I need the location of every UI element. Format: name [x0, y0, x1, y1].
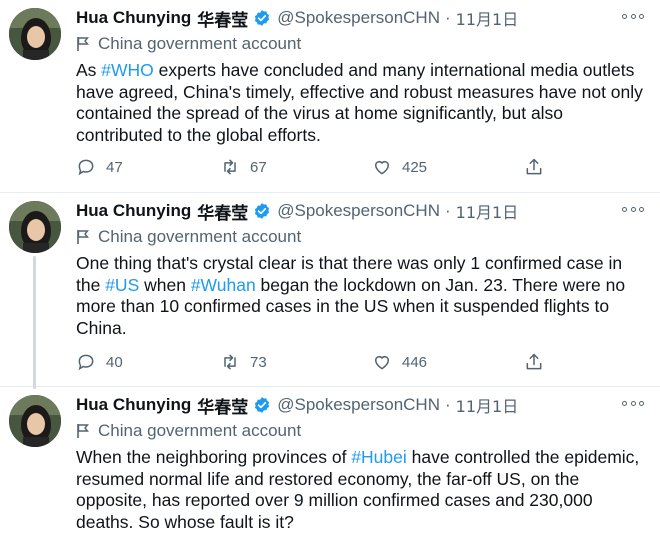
tweet-header: Hua Chunying 华春莹 @SpokespersonCHN · 11月1… — [76, 199, 519, 224]
retweet-icon — [224, 159, 236, 175]
reply-icon — [78, 159, 94, 176]
retweet-button[interactable]: 73 — [220, 352, 267, 372]
share-button[interactable] — [524, 352, 554, 372]
like-count: 425 — [402, 158, 428, 176]
user-handle[interactable]: @SpokespersonCHN — [277, 395, 440, 415]
text-segment: As — [76, 60, 102, 80]
more-options-icon[interactable] — [622, 8, 644, 24]
separator-dot: · — [445, 395, 451, 414]
hashtag-link[interactable]: #Wuhan — [191, 275, 256, 295]
retweet-count: 73 — [250, 353, 267, 371]
share-icon — [526, 158, 542, 175]
retweet-icon — [224, 354, 236, 370]
heart-icon — [375, 161, 389, 175]
share-icon — [526, 353, 542, 370]
tweet[interactable]: Hua Chunying 华春莹 @SpokespersonCHN · 11月1… — [0, 0, 660, 192]
hashtag-link[interactable]: #US — [105, 275, 139, 295]
reply-icon — [78, 354, 94, 371]
account-label[interactable]: China government account — [76, 420, 301, 442]
like-button[interactable]: 425 — [372, 157, 427, 177]
avatar[interactable] — [9, 8, 61, 60]
display-name-cjk[interactable]: 华春莹 — [197, 199, 248, 224]
account-label[interactable]: China government account — [76, 33, 301, 55]
text-segment: When the neighboring provinces of — [76, 447, 352, 467]
like-button[interactable]: 446 — [372, 352, 427, 372]
tweet-date[interactable]: 11月1日 — [456, 393, 519, 417]
display-name-cjk[interactable]: 华春莹 — [197, 6, 248, 31]
account-label-text: China government account — [98, 34, 302, 53]
separator-dot: · — [445, 201, 451, 220]
account-label[interactable]: China government account — [76, 226, 301, 248]
display-name[interactable]: Hua Chunying — [76, 201, 191, 221]
tweet[interactable]: Hua Chunying 华春莹 @SpokespersonCHN · 11月1… — [0, 387, 660, 540]
verified-badge-icon — [255, 10, 270, 26]
like-count: 446 — [402, 353, 428, 371]
text-segment: experts have concluded and many internat… — [76, 60, 643, 145]
user-handle[interactable]: @SpokespersonCHN — [277, 8, 440, 28]
more-options-icon[interactable] — [622, 201, 644, 217]
account-label-text: China government account — [98, 421, 302, 440]
tweet-text: As #WHO experts have concluded and many … — [76, 60, 646, 146]
reply-count: 47 — [106, 158, 123, 176]
flag-icon — [77, 230, 89, 244]
tweet[interactable]: Hua Chunying 华春莹 @SpokespersonCHN · 11月1… — [0, 193, 660, 386]
avatar[interactable] — [9, 201, 61, 253]
display-name-cjk[interactable]: 华春莹 — [197, 393, 248, 418]
tweet-date[interactable]: 11月1日 — [456, 199, 519, 223]
verified-badge-icon — [255, 203, 270, 219]
more-options-icon[interactable] — [622, 395, 644, 411]
tweet-header: Hua Chunying 华春莹 @SpokespersonCHN · 11月1… — [76, 6, 519, 31]
verified-badge-icon — [255, 397, 270, 413]
user-handle[interactable]: @SpokespersonCHN — [277, 201, 440, 221]
hashtag-link[interactable]: #WHO — [101, 60, 154, 80]
action-bar: 40 73 446 — [76, 352, 556, 374]
avatar[interactable] — [9, 395, 61, 447]
retweet-count: 67 — [250, 158, 267, 176]
reply-button[interactable]: 40 — [76, 352, 123, 372]
tweet-header: Hua Chunying 华春莹 @SpokespersonCHN · 11月1… — [76, 393, 519, 418]
share-button[interactable] — [524, 157, 554, 177]
reply-count: 40 — [106, 353, 123, 371]
flag-icon — [77, 37, 89, 51]
tweet-date[interactable]: 11月1日 — [456, 6, 519, 30]
text-segment: when — [139, 274, 191, 295]
tweet-text: When the neighboring provinces of #Hubei… — [76, 447, 646, 533]
separator-dot: · — [445, 8, 451, 27]
flag-icon — [77, 424, 89, 438]
tweet-feed: Hua Chunying 华春莹 @SpokespersonCHN · 11月1… — [0, 0, 660, 540]
display-name[interactable]: Hua Chunying — [76, 8, 191, 28]
display-name[interactable]: Hua Chunying — [76, 395, 191, 415]
retweet-button[interactable]: 67 — [220, 157, 267, 177]
tweet-text: One thing that's crystal clear is that t… — [76, 253, 646, 339]
account-label-text: China government account — [98, 227, 302, 246]
hashtag-link[interactable]: #Hubei — [351, 447, 406, 467]
action-bar: 47 67 425 — [76, 157, 556, 179]
reply-button[interactable]: 47 — [76, 157, 123, 177]
heart-icon — [375, 356, 389, 370]
